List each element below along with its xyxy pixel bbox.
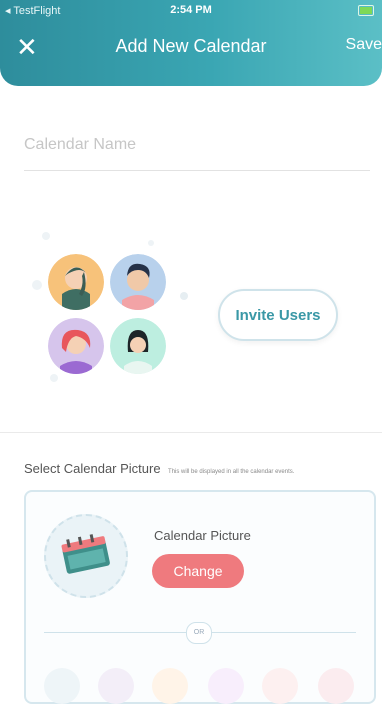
invite-users-button[interactable]: Invite Users xyxy=(218,289,338,341)
app-header: ◂ TestFlight 2:54 PM ✕ Add New Calendar … xyxy=(0,0,382,86)
bowling-icon[interactable] xyxy=(152,668,188,704)
page-title: Add New Calendar xyxy=(115,36,267,56)
avatar-user-2 xyxy=(110,254,166,310)
megaphone-icon[interactable] xyxy=(208,668,244,704)
briefcase-icon[interactable] xyxy=(318,668,354,704)
battery-icon xyxy=(358,5,374,16)
picture-options xyxy=(36,668,366,708)
select-picture-heading: Select Calendar Picture This will be dis… xyxy=(24,460,374,478)
section-divider xyxy=(0,432,382,433)
status-bar: ◂ TestFlight 2:54 PM xyxy=(0,0,382,22)
save-button[interactable]: Save xyxy=(346,36,382,54)
calendar-picture-preview[interactable] xyxy=(44,514,128,598)
decor-dot xyxy=(180,292,188,300)
cake-icon[interactable] xyxy=(98,668,134,704)
calendar-name-input[interactable] xyxy=(24,120,370,171)
avatar-user-4 xyxy=(110,318,166,374)
select-picture-hint: This will be displayed in all the calend… xyxy=(168,469,295,475)
decor-dot xyxy=(50,374,58,382)
calendar-icon xyxy=(61,534,110,574)
select-picture-title: Select Calendar Picture xyxy=(24,461,161,476)
calendar-icon[interactable] xyxy=(44,668,80,704)
change-picture-button[interactable]: Change xyxy=(152,554,244,588)
avatar-user-3 xyxy=(48,318,104,374)
users-illustration xyxy=(30,232,200,392)
decor-dot xyxy=(148,240,154,246)
status-time: 2:54 PM xyxy=(170,4,212,16)
flag-icon[interactable] xyxy=(262,668,298,704)
calendar-picture-label: Calendar Picture xyxy=(154,528,251,543)
or-label: OR xyxy=(186,622,212,644)
decor-dot xyxy=(42,232,50,240)
calendar-picture-card: Calendar Picture Change OR xyxy=(24,490,376,704)
navigation-bar: ✕ Add New Calendar Save xyxy=(0,28,382,68)
avatar-user-1 xyxy=(48,254,104,310)
decor-dot xyxy=(32,280,42,290)
